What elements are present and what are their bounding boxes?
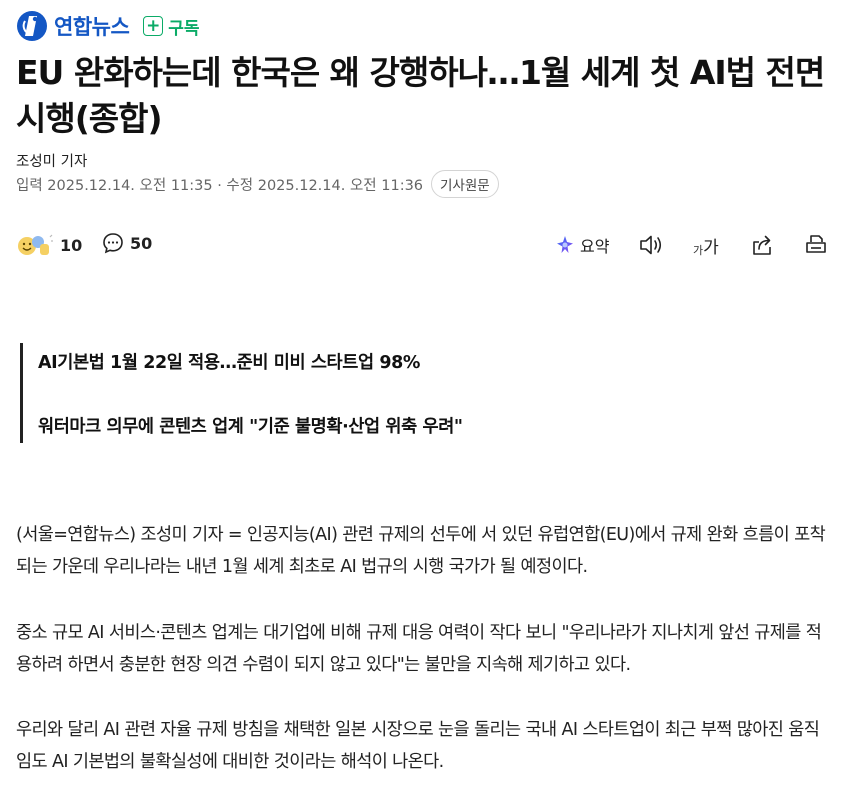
subheading-1: AI기본법 1월 22일 적용…준비 미비 스타트업 98% [38, 353, 421, 373]
article-title: EU 완화하는데 한국은 왜 강행하나…1월 세계 첫 AI법 전면 시행(종합… [16, 53, 825, 138]
font-small-glyph: 가 [693, 243, 704, 257]
body-paragraph-2: 중소 규모 AI 서비스·콘텐츠 업계는 대기업에 비해 규제 대응 여력이 작… [16, 623, 822, 675]
date-info: 입력 2025.12.14. 오전 11:35 · 수정 2025.12.14.… [16, 177, 424, 194]
emoji-reaction-icon [18, 234, 53, 255]
font-big-glyph: 가 [703, 237, 719, 258]
press-logo[interactable]: 연합뉴스 [16, 10, 130, 42]
subscribe-button[interactable]: + 구독 [143, 14, 200, 39]
article-dates: 입력 2025.12.14. 오전 11:35 · 수정 2025.12.14.… [16, 170, 499, 198]
subscribe-label: 구독 [168, 18, 200, 39]
sparkle-icon [557, 236, 573, 253]
reporter-name: 조성미 기자 [16, 154, 88, 170]
article-subheadings: AI기본법 1월 22일 적용…준비 미비 스타트업 98% 워터마크 의무에 … [20, 343, 820, 443]
original-article-button[interactable]: 기사원문 [431, 170, 499, 198]
print-button[interactable] [804, 232, 828, 258]
reaction-count: 10 [60, 235, 83, 255]
article-page: 연합뉴스 + 구독 EU 완화하는데 한국은 왜 강행하나…1월 세계 첫 AI… [0, 0, 850, 797]
reaction-button[interactable]: 10 [16, 232, 82, 258]
font-size-icon: 가 가 [693, 233, 719, 258]
speech-bubble-icon [103, 233, 123, 254]
summary-button[interactable]: 요약 [554, 232, 609, 258]
share-icon [753, 235, 771, 255]
press-header: 연합뉴스 + 구독 [16, 8, 200, 44]
print-icon [806, 235, 826, 253]
tts-button[interactable] [638, 232, 664, 258]
article-tools: 10 50 요약 가 가 [16, 228, 828, 264]
subheading-2: 워터마크 의무에 콘텐츠 업계 "기준 불명확·산업 위축 우려" [38, 417, 463, 437]
plus-box-icon: + [143, 16, 164, 36]
font-size-button[interactable]: 가 가 [693, 232, 719, 258]
share-button[interactable] [750, 232, 774, 258]
body-paragraph-1: (서울=연합뉴스) 조성미 기자 = 인공지능(AI) 관련 규제의 선두에 서… [16, 525, 826, 577]
yonhap-logo-icon [17, 11, 47, 41]
summary-label: 요약 [580, 237, 610, 256]
comment-count: 50 [130, 233, 153, 253]
press-name: 연합뉴스 [54, 15, 130, 39]
speaker-icon [640, 235, 662, 255]
body-paragraph-3: 우리와 달리 AI 관련 자율 규제 방침을 채택한 일본 시장으로 눈을 돌리… [16, 720, 820, 772]
comment-button[interactable]: 50 [102, 232, 152, 254]
